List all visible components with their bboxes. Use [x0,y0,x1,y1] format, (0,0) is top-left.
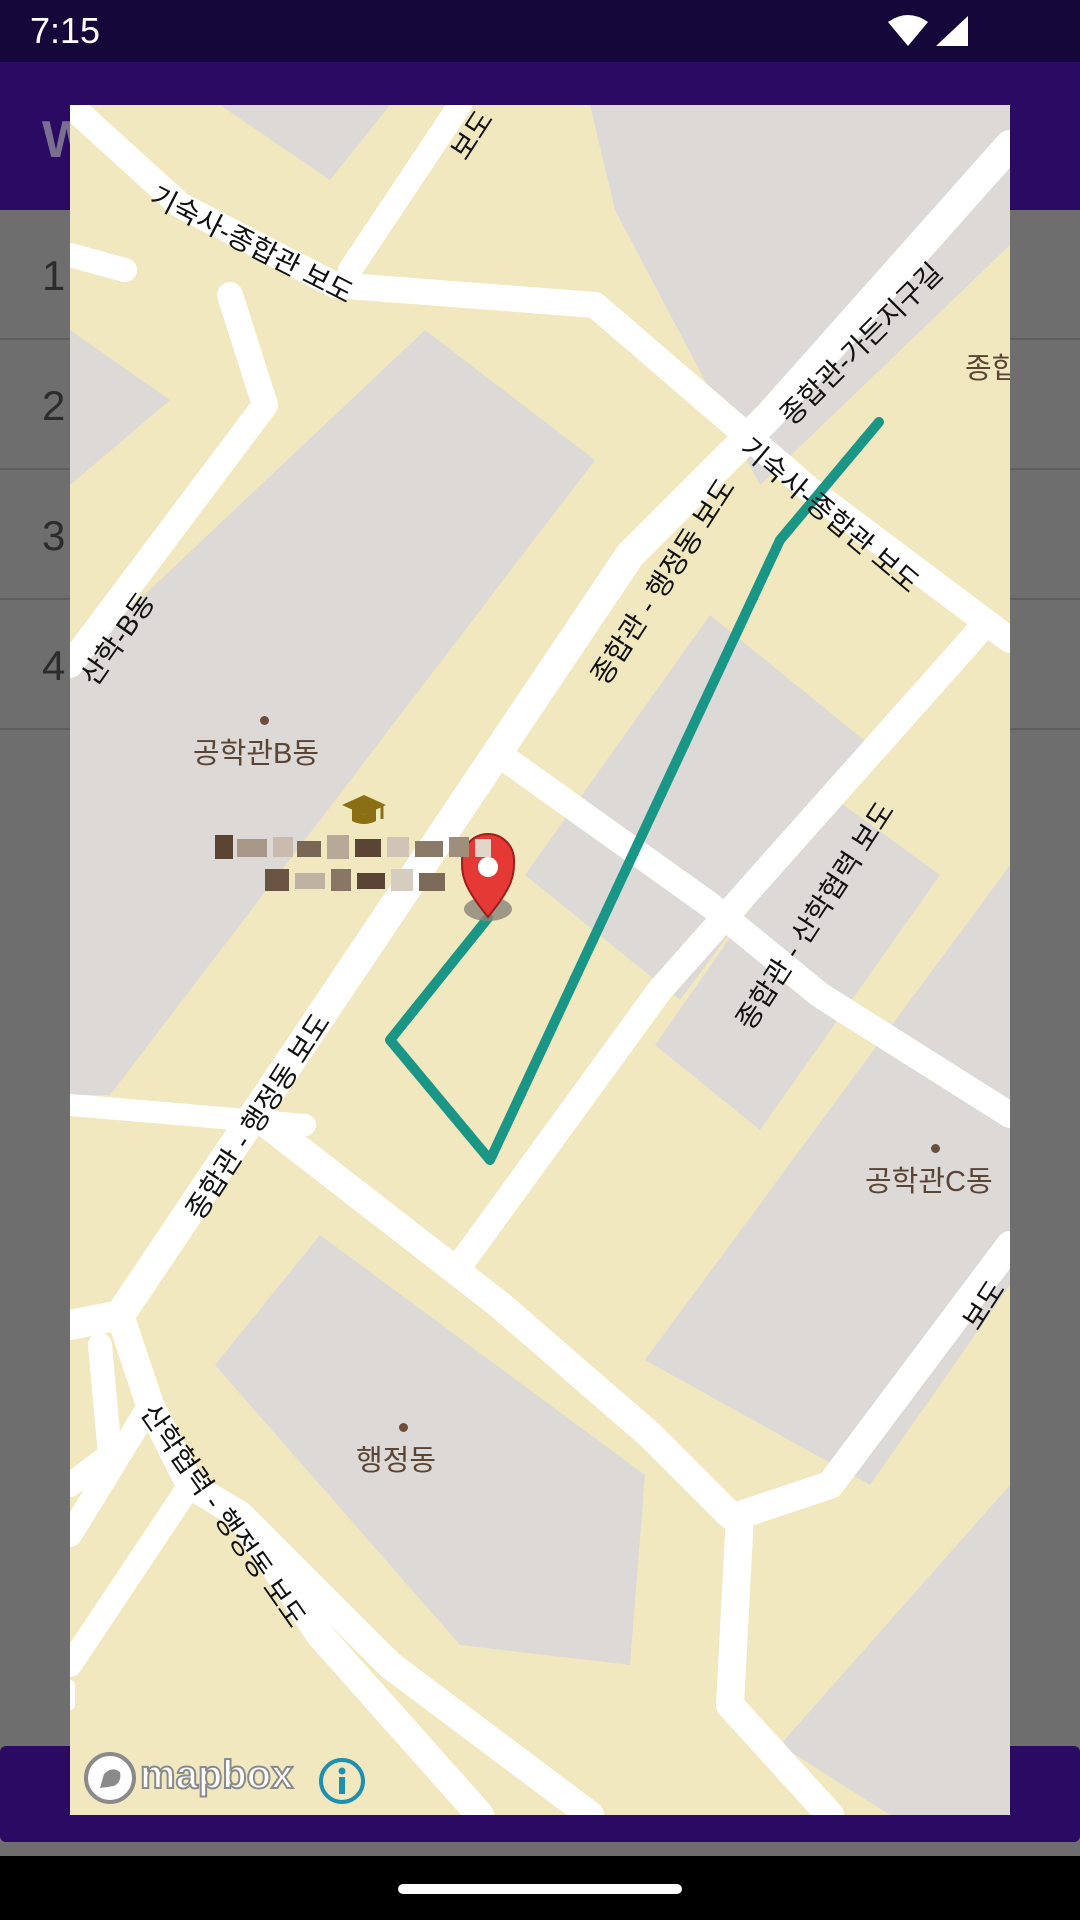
map-dialog[interactable]: 공학관B동 공학관C동 행정동 종합 기숙사-종합관 보도 기숙사-종합관 보도… [70,105,1010,1815]
poi-dot [260,716,269,725]
mapbox-attribution[interactable]: mapbox [139,1752,294,1798]
redacted-poi-label [215,835,491,891]
poi-dot [931,1144,940,1153]
list-item-number: 2 [42,382,66,429]
info-icon[interactable] [317,1756,367,1806]
mapbox-logo-icon[interactable] [82,1750,138,1806]
status-bar: 7:15 [0,0,1080,62]
status-clock: 7:15 [30,10,101,51]
poi-label-admin: 행정동 [356,1445,437,1477]
wifi-icon [888,15,928,46]
university-icon [342,795,386,824]
poi-label-engineering-c: 공학관C동 [865,1166,993,1198]
list-item-number: 4 [42,642,66,689]
list-item-number: 1 [42,252,66,299]
list-item-number: 3 [42,512,66,559]
poi-label-jonghap: 종합 [965,353,1010,385]
home-handle[interactable] [398,1884,682,1894]
poi-dot [399,1423,408,1432]
signal-icon [936,16,968,46]
poi-label-engineering-b: 공학관B동 [193,738,320,770]
